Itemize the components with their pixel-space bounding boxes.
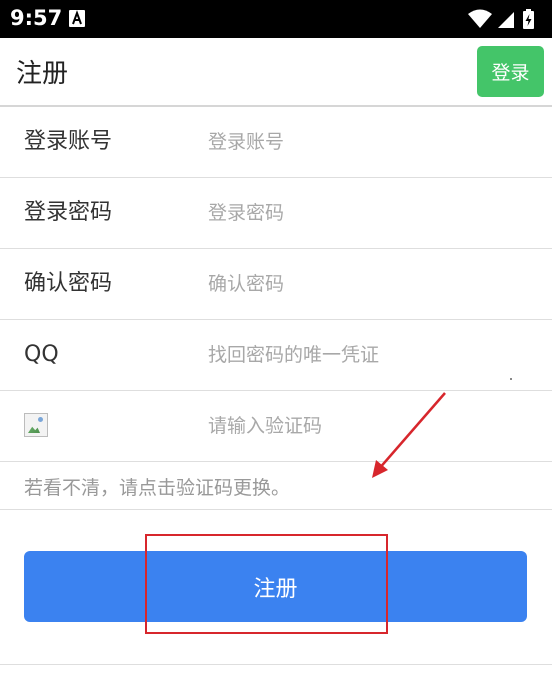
status-bar: 9:57 bbox=[0, 0, 552, 38]
confirm-password-label: 确认密码 bbox=[24, 271, 113, 296]
a-notification-icon bbox=[69, 10, 85, 27]
broken-image-icon[interactable] bbox=[24, 413, 48, 437]
confirm-password-input[interactable] bbox=[208, 263, 528, 305]
status-icons bbox=[468, 9, 534, 29]
form-row-confirm-password: 确认密码 bbox=[0, 249, 552, 320]
header-bar: 注册 登录 bbox=[0, 38, 552, 107]
qq-input[interactable] bbox=[208, 334, 528, 376]
captcha-hint: 若看不清，请点击验证码更换。 bbox=[24, 477, 291, 499]
stray-dot bbox=[510, 378, 512, 380]
account-input[interactable] bbox=[208, 121, 528, 163]
form-row-password: 登录密码 bbox=[0, 178, 552, 249]
hint-divider bbox=[0, 509, 552, 510]
form-row-captcha bbox=[0, 391, 552, 462]
captcha-input[interactable] bbox=[208, 405, 528, 447]
bottom-divider bbox=[0, 664, 552, 665]
form-row-qq: QQ bbox=[0, 320, 552, 391]
login-button[interactable]: 登录 bbox=[477, 46, 544, 97]
password-label: 登录密码 bbox=[24, 200, 113, 225]
page-title: 注册 bbox=[16, 59, 69, 89]
password-input[interactable] bbox=[208, 192, 528, 234]
status-time: 9:57 bbox=[10, 6, 63, 30]
register-button[interactable]: 注册 bbox=[24, 551, 527, 622]
wifi-icon bbox=[468, 9, 492, 28]
form-row-account: 登录账号 bbox=[0, 107, 552, 178]
qq-label: QQ bbox=[24, 342, 59, 367]
battery-charging-icon bbox=[523, 9, 534, 29]
cell-signal-icon bbox=[498, 12, 514, 28]
account-label: 登录账号 bbox=[24, 129, 113, 154]
